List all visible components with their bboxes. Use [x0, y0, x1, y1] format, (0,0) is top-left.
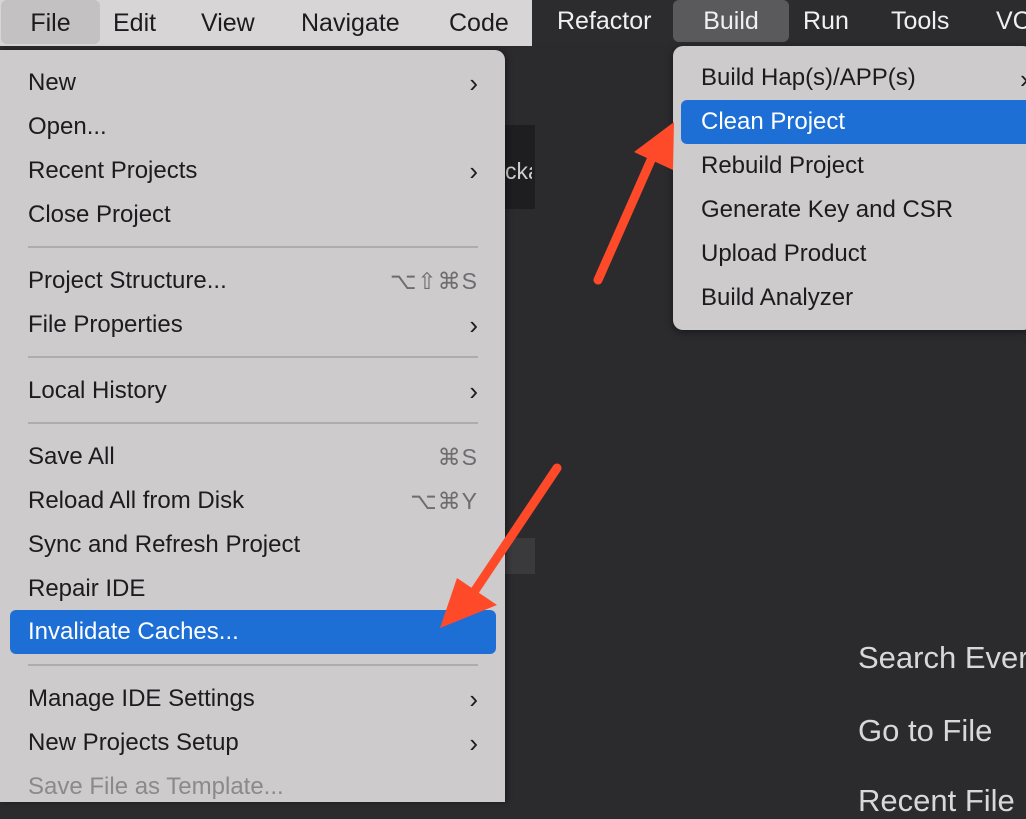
chevron-right-icon: ›	[469, 684, 478, 714]
file-menu: New › Open... Recent Projects › Close Pr…	[0, 50, 505, 802]
file-menu-invalidate-caches[interactable]: Invalidate Caches...	[10, 610, 496, 654]
file-menu-new[interactable]: New ›	[10, 61, 496, 105]
build-menu-generate-key[interactable]: Generate Key and CSR	[681, 188, 1026, 232]
item-label: Sync and Refresh Project	[28, 531, 301, 558]
item-label: File Properties	[28, 311, 183, 338]
file-menu-local-history[interactable]: Local History ›	[10, 369, 496, 413]
item-label: New	[28, 69, 77, 96]
ide-editor-band	[505, 538, 535, 574]
shortcut-label: ⌘S	[437, 444, 478, 470]
menu-file[interactable]: File	[1, 0, 100, 44]
menu-code[interactable]: Code	[449, 0, 509, 46]
menu-navigate[interactable]: Navigate	[301, 0, 400, 46]
menu-edit[interactable]: Edit	[113, 0, 156, 46]
file-menu-repair-ide[interactable]: Repair IDE	[10, 567, 496, 611]
shortcut-label: ⌥⌘Y	[410, 488, 478, 514]
build-menu-build-hap[interactable]: Build Hap(s)/APP(s)	[681, 56, 1026, 100]
file-menu-save-all[interactable]: Save All ⌘S	[10, 435, 496, 479]
menubar-right: Refactor Build Run Tools VC	[532, 0, 1026, 42]
file-menu-recent-projects[interactable]: Recent Projects ›	[10, 149, 496, 193]
item-label: Save All	[28, 443, 115, 470]
build-menu-upload-product[interactable]: Upload Product	[681, 232, 1026, 276]
build-menu: Build Hap(s)/APP(s) Clean Project Rebuil…	[673, 46, 1026, 330]
build-menu-build-analyzer[interactable]: Build Analyzer	[681, 276, 1026, 320]
chevron-right-icon: ›	[469, 728, 478, 758]
menu-refactor[interactable]: Refactor	[557, 0, 651, 42]
menu-separator	[28, 422, 478, 424]
item-label: Project Structure...	[28, 267, 227, 294]
item-label: New Projects Setup	[28, 729, 239, 756]
file-menu-new-projects-setup[interactable]: New Projects Setup ›	[10, 721, 496, 765]
chevron-right-icon: ›	[469, 156, 478, 186]
file-menu-open[interactable]: Open...	[10, 105, 496, 149]
file-menu-manage-ide-settings[interactable]: Manage IDE Settings ›	[10, 677, 496, 721]
menubar-left: File Edit View Navigate Code	[0, 0, 532, 46]
menu-view[interactable]: View	[201, 0, 255, 46]
menu-vcs[interactable]: VC	[996, 0, 1026, 42]
menu-tools[interactable]: Tools	[891, 0, 949, 42]
file-menu-save-as-template: Save File as Template...	[10, 765, 496, 809]
build-menu-rebuild-project[interactable]: Rebuild Project	[681, 144, 1026, 188]
file-menu-file-properties[interactable]: File Properties ›	[10, 303, 496, 347]
welcome-recent-files: Recent File	[858, 783, 1015, 818]
ide-peek-text: cka	[505, 158, 532, 184]
item-label: Invalidate Caches...	[28, 618, 239, 645]
file-menu-sync-refresh[interactable]: Sync and Refresh Project	[10, 523, 496, 567]
arrow-to-clean-project-icon	[593, 122, 674, 285]
build-menu-clean-project[interactable]: Clean Project	[681, 100, 1026, 144]
file-menu-reload-all[interactable]: Reload All from Disk ⌥⌘Y	[10, 479, 496, 523]
item-label: Local History	[28, 377, 167, 404]
welcome-go-to-file: Go to File	[858, 713, 993, 748]
menu-run[interactable]: Run	[803, 0, 849, 42]
menu-separator	[28, 246, 478, 248]
file-menu-project-structure[interactable]: Project Structure... ⌥⇧⌘S	[10, 259, 496, 303]
shortcut-label: ⌥⇧⌘S	[389, 268, 478, 294]
item-label: Reload All from Disk	[28, 487, 245, 514]
chevron-right-icon: ›	[469, 68, 478, 98]
item-label: Manage IDE Settings	[28, 685, 255, 712]
item-label: Close Project	[28, 201, 171, 228]
welcome-search-everywhere: Search Ever	[858, 640, 1026, 675]
menu-separator	[28, 664, 478, 666]
item-label: Open...	[28, 113, 107, 140]
file-menu-close-project[interactable]: Close Project	[10, 193, 496, 237]
menu-build[interactable]: Build	[673, 0, 789, 42]
item-label: Repair IDE	[28, 575, 146, 602]
menu-separator	[28, 356, 478, 358]
chevron-right-icon: ›	[1020, 64, 1026, 95]
chevron-right-icon: ›	[469, 376, 478, 406]
item-label: Recent Projects	[28, 157, 198, 184]
chevron-right-icon: ›	[469, 310, 478, 340]
item-label: Save File as Template...	[28, 773, 284, 800]
